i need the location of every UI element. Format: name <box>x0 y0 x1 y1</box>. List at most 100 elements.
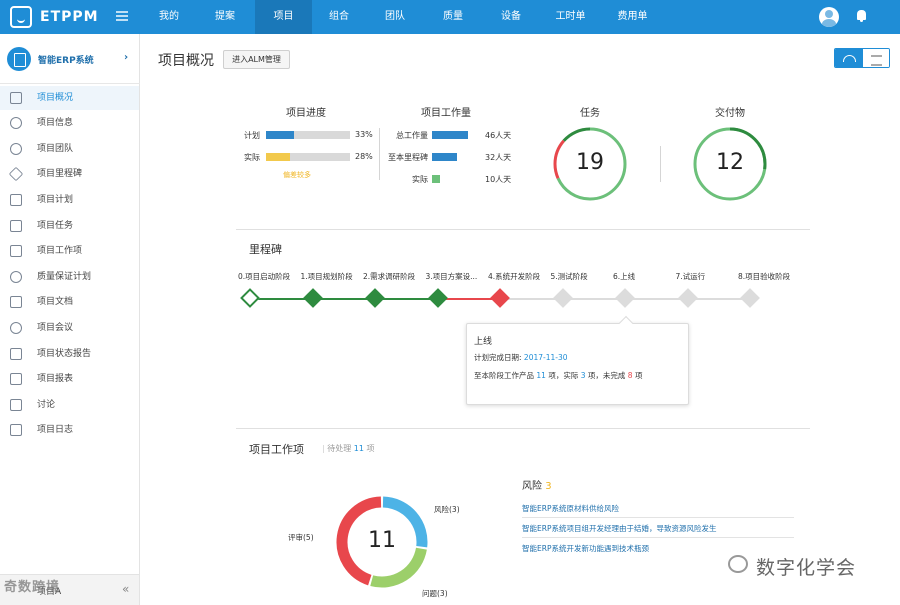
risk-item[interactable]: 智能ERP系统原材料供给风险 <box>522 503 619 514</box>
sidebar-item-label: 项目日志 <box>37 425 74 435</box>
sidebar-item-documents[interactable]: 项目文档 <box>0 290 139 314</box>
milestone-connector <box>569 298 618 300</box>
workload-milestone-bar <box>432 153 457 161</box>
workload-milestone-value: 32人天 <box>485 153 512 162</box>
system-selector[interactable]: 智能ERP系统 › <box>0 34 140 84</box>
pending-prefix: 待处理 <box>327 444 352 453</box>
milestone-diamond-icon[interactable] <box>302 288 323 308</box>
nav-item-mine[interactable]: 我的 <box>144 0 194 34</box>
sidebar-item-overview[interactable]: 项目概况 <box>0 86 139 110</box>
milestone-connector <box>257 298 306 300</box>
page-title: 项目概况 <box>158 53 214 69</box>
sidebar-item-label: 讨论 <box>37 400 56 410</box>
tasks-ring[interactable]: 19 <box>552 126 628 202</box>
pending-count: 11 <box>353 444 364 453</box>
workload-total-bar <box>432 131 468 139</box>
milestone-diamond-icon[interactable] <box>490 288 510 308</box>
nav-item-project[interactable]: 项目 <box>255 0 312 34</box>
user-avatar[interactable] <box>819 7 839 27</box>
milestone-label: 7.试运行 <box>675 272 706 281</box>
sidebar-item-task[interactable]: 项目任务 <box>0 214 139 238</box>
nav-item-equipment[interactable]: 设备 <box>486 0 536 34</box>
meeting-icon <box>10 322 22 334</box>
team-icon <box>10 143 22 155</box>
risks-title: 风险 3 <box>522 477 552 492</box>
milestone-label: 3.项目方案设... <box>425 272 478 281</box>
tooltip-summary-mid1: 项，实际 <box>548 371 579 380</box>
nav-item-quality[interactable]: 质量 <box>428 0 478 34</box>
tooltip-plan-date: 2017-11-30 <box>523 353 568 362</box>
milestone-label: 0.项目启动阶段 <box>238 272 291 281</box>
sidebar-item-label: 项目里程碑 <box>37 169 83 179</box>
sidebar-item-label: 项目概况 <box>37 93 74 103</box>
donut-segment[interactable] <box>370 547 427 588</box>
risk-item[interactable]: 智能ERP系统项目组开发经理由于结婚，导致资源风险发生 <box>522 523 716 534</box>
sidebar-item-workitem[interactable]: 项目工作项 <box>0 239 139 263</box>
milestone-diamond-icon[interactable] <box>677 288 698 308</box>
view-toggle <box>834 48 890 68</box>
nav-item-timesheet[interactable]: 工时单 <box>543 0 598 34</box>
milestone-diamond-icon[interactable] <box>552 288 573 308</box>
alm-button[interactable]: 进入ALM管理 <box>223 50 290 69</box>
divider <box>660 146 661 182</box>
tooltip-summary-suffix: 项 <box>634 371 643 380</box>
tooltip-summary-line: 至本阶段工作产品 11 项，实际 3 项，未完成 8 项 <box>474 370 642 381</box>
progress-actual-label: 实际 <box>244 153 260 162</box>
checkbox-icon <box>10 220 22 232</box>
nav-item-proposal[interactable]: 提案 <box>200 0 250 34</box>
deliverables-ring[interactable]: 12 <box>692 126 768 202</box>
sidebar-item-meetings[interactable]: 项目会议 <box>0 316 139 340</box>
milestones-title: 里程碑 <box>249 243 282 256</box>
dashboard-view-icon[interactable] <box>835 49 863 67</box>
collapse-icon[interactable]: « <box>122 582 129 596</box>
sidebar-item-info[interactable]: 项目信息 <box>0 111 139 135</box>
sidebar-item-team[interactable]: 项目团队 <box>0 137 139 161</box>
sidebar-item-qa-plan[interactable]: 质量保证计划 <box>0 265 139 289</box>
sidebar: 智能ERP系统 › 项目概况 项目信息 项目团队 项目里程碑 项目计划 项目任务… <box>0 34 140 605</box>
milestone-diamond-icon[interactable] <box>740 288 760 308</box>
nav-item-team[interactable]: 团队 <box>370 0 420 34</box>
sidebar-item-milestone[interactable]: 项目里程碑 <box>0 162 139 186</box>
nav-item-expense[interactable]: 费用单 <box>605 0 660 34</box>
workload-milestone-label: 至本里程碑 <box>388 153 428 162</box>
sidebar-item-label: 项目计划 <box>37 195 74 205</box>
milestone-diamond-icon[interactable] <box>365 288 385 308</box>
milestone-diamond-icon[interactable] <box>615 288 635 308</box>
grid-icon <box>10 92 22 104</box>
wechat-icon <box>728 555 748 573</box>
progress-plan-label: 计划 <box>244 131 260 140</box>
sidebar-item-reports[interactable]: 项目报表 <box>0 367 139 391</box>
milestone-diamond-icon[interactable] <box>240 288 260 308</box>
nav-item-portfolio[interactable]: 组合 <box>314 0 364 34</box>
sidebar-item-label: 项目团队 <box>37 144 74 154</box>
sidebar-item-status-report[interactable]: 项目状态报告 <box>0 342 139 366</box>
progress-deviation-link[interactable]: 偏差较多 <box>283 170 311 180</box>
sidebar-item-label: 项目信息 <box>37 118 74 128</box>
menu-toggle-icon[interactable] <box>116 11 128 21</box>
sidebar-item-plan[interactable]: 项目计划 <box>0 188 139 212</box>
tooltip-summary-mid2: 项，未完成 <box>587 371 626 380</box>
workload-total-value: 46人天 <box>485 131 512 140</box>
list-view-icon[interactable] <box>863 49 889 67</box>
milestone-label: 5.测试阶段 <box>550 272 588 281</box>
milestone-diamond-icon[interactable] <box>427 288 448 308</box>
tooltip-undone: 8 <box>627 371 633 380</box>
info-icon <box>10 117 22 129</box>
brand-logo[interactable]: ETPPM <box>10 6 99 28</box>
milestone-connector <box>507 298 556 300</box>
progress-actual-track <box>266 153 350 161</box>
milestone-label: 4.系统开发阶段 <box>488 272 541 281</box>
milestone-connector <box>444 298 493 300</box>
sidebar-item-label: 项目文档 <box>37 297 74 307</box>
risk-item[interactable]: 智能ERP系统开发新功能遇到技术瓶颈 <box>522 543 649 554</box>
section-divider <box>236 428 810 429</box>
tooltip-actual: 3 <box>580 371 586 380</box>
sidebar-item-discussion[interactable]: 讨论 <box>0 393 139 417</box>
workload-title: 项目工作量 <box>421 108 471 119</box>
milestone-label: 6.上线 <box>613 272 636 281</box>
milestone-label: 2.需求调研阶段 <box>363 272 416 281</box>
system-icon <box>7 47 31 71</box>
bell-icon[interactable] <box>857 10 866 22</box>
sidebar-item-log[interactable]: 项目日志 <box>0 418 139 442</box>
milestone-connector <box>632 298 681 300</box>
